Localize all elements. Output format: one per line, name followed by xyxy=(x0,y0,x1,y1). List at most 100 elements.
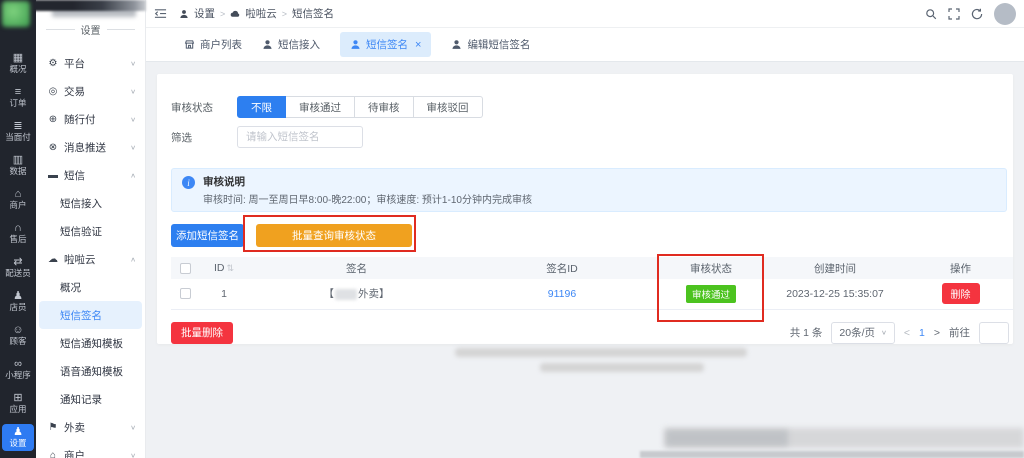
status-option-rejected[interactable]: 审核驳回 xyxy=(413,96,483,118)
cloud-icon: ☁ xyxy=(48,253,58,265)
signature-table-wrap: ID ⇅ 签名 签名ID 审核状态 创建时间 操作 1 【 外卖】 91196 … xyxy=(171,254,1013,322)
status-filter-row: 审核状态 不限 审核通过 待审核 审核驳回 xyxy=(171,96,1013,118)
avatar[interactable] xyxy=(994,2,1016,25)
rail-item-clerk[interactable]: ♟ 店员 xyxy=(2,288,34,315)
chevron-down-icon: ∨ xyxy=(130,143,136,151)
tab-sms-access[interactable]: 短信接入 xyxy=(262,37,320,52)
sidebar-item-notify-log[interactable]: 通知记录 xyxy=(36,385,145,413)
sidebar-item-sms[interactable]: ▬ 短信 ∧ xyxy=(36,161,145,189)
sidebar-item-platform[interactable]: ⚙ 平台 ∨ xyxy=(36,49,145,77)
sort-icon[interactable]: ⇅ xyxy=(226,263,234,273)
fullscreen-icon[interactable] xyxy=(948,7,960,20)
rail-item-label: 配送员 xyxy=(5,268,31,278)
batch-query-status-button[interactable]: 批量查询审核状态 xyxy=(243,215,416,252)
rail-item-mini-program[interactable]: ∞ 小程序 xyxy=(2,356,34,383)
gear-icon: ⚙ xyxy=(48,57,58,69)
rail-item-face-pay[interactable]: ≣ 当面付 xyxy=(2,118,34,145)
row-checkbox[interactable] xyxy=(179,288,191,300)
select-all-checkbox[interactable] xyxy=(179,262,191,274)
goto-page-input[interactable] xyxy=(979,321,1009,344)
column-header-id[interactable]: ID ⇅ xyxy=(199,257,249,279)
page-size-select[interactable]: 20条/页 ∨ xyxy=(831,321,895,344)
breadcrumb-separator: > xyxy=(281,8,288,19)
main-card: 审核状态 不限 审核通过 待审核 审核驳回 筛选 i 审核说明 xyxy=(157,74,1013,344)
card-footer: 批量删除 共 1 条 20条/页 ∨ < 1 > 前往 xyxy=(171,321,1013,344)
user-icon xyxy=(351,40,360,49)
keyword-filter-row: 筛选 xyxy=(171,126,1013,148)
add-signature-button[interactable]: 添加短信签名 xyxy=(171,224,244,247)
tab-edit-sms-signature[interactable]: 编辑短信签名 xyxy=(451,37,530,52)
sidebar-item-merchant[interactable]: ⌂ 商户 ∨ xyxy=(36,441,145,458)
column-header-status: 审核状态 xyxy=(660,257,762,279)
signature-search-input[interactable] xyxy=(237,126,363,148)
sidebar-item-label: 商户 xyxy=(64,449,85,458)
tab-label: 短信接入 xyxy=(278,39,320,51)
next-page-button[interactable]: > xyxy=(934,327,940,339)
sidebar-item-label: 短信通知模板 xyxy=(60,337,123,350)
rail-item-merchant[interactable]: ⌂ 商户 xyxy=(2,186,34,213)
sidebar-item-takeout[interactable]: ⚑ 外卖 ∨ xyxy=(36,413,145,441)
batch-query-label: 批量查询审核状态 xyxy=(292,230,376,242)
signature-id-link[interactable]: 91196 xyxy=(548,288,576,300)
current-page[interactable]: 1 xyxy=(919,327,925,339)
cell-id: 1 xyxy=(199,279,249,310)
close-icon[interactable]: × xyxy=(415,39,421,51)
rail-item-data[interactable]: ▥ 数据 xyxy=(2,152,34,179)
pay-icon: ⊕ xyxy=(48,113,58,125)
breadcrumb: 设置 > 啦啦云 > 短信签名 xyxy=(179,6,334,21)
status-option-approved[interactable]: 审核通过 xyxy=(286,96,355,118)
tab-bar: 商户列表 短信接入 短信签名 × 编辑短信签名 xyxy=(146,28,1024,62)
sidebar-item-sms-access[interactable]: 短信接入 xyxy=(36,189,145,217)
column-header-action: 操作 xyxy=(908,257,1013,279)
sidebar-item-message-push[interactable]: ⊗ 消息推送 ∨ xyxy=(36,133,145,161)
refresh-icon[interactable] xyxy=(971,8,983,20)
rail-nav: ▦ 概况 ≡ 订单 ≣ 当面付 ▥ 数据 ⌂ 商户 ∩ 售后 ⇄ 配送员 ♟ 店员 ☺ 顾客 ∞ 小… xyxy=(0,50,36,451)
collapse-sidebar-icon[interactable] xyxy=(154,8,167,20)
keyword-filter-label: 筛选 xyxy=(171,131,192,144)
redacted-signature-text xyxy=(335,288,357,300)
rail-item-apps[interactable]: ⊞ 应用 xyxy=(2,390,34,417)
overview-grid-icon: ▦ xyxy=(12,52,24,64)
table-row: 1 【 外卖】 91196 审核通过 2023-12-25 15:35:07 删除 xyxy=(171,279,1013,310)
rail-item-overview[interactable]: ▦ 概况 xyxy=(2,50,34,77)
courier-icon: ⇄ xyxy=(13,256,23,268)
shop-icon xyxy=(184,40,195,49)
breadcrumb-item-lala-cloud[interactable]: 啦啦云 xyxy=(245,6,277,21)
signature-prefix: 【 xyxy=(323,288,335,301)
status-option-pending[interactable]: 待审核 xyxy=(355,96,414,118)
breadcrumb-item-settings[interactable]: 设置 xyxy=(194,6,215,21)
column-label: ID xyxy=(213,262,225,274)
sidebar-item-sms-verify[interactable]: 短信验证 xyxy=(36,217,145,245)
sidebar-item-sms-template[interactable]: 短信通知模板 xyxy=(36,329,145,357)
sidebar-item-label: 语音通知模板 xyxy=(60,365,123,378)
sidebar-item-lala-cloud[interactable]: ☁ 啦啦云 ∧ xyxy=(36,245,145,273)
rail-item-orders[interactable]: ≡ 订单 xyxy=(2,84,34,111)
sidebar-item-voice-template[interactable]: 语音通知模板 xyxy=(36,357,145,385)
pagination: 共 1 条 20条/页 ∨ < 1 > 前往 xyxy=(790,321,1009,344)
tab-merchant-list[interactable]: 商户列表 xyxy=(184,37,242,52)
delete-button[interactable]: 删除 xyxy=(941,283,980,305)
search-icon[interactable] xyxy=(925,8,937,20)
rail-item-settings[interactable]: ♟ 设置 xyxy=(2,424,34,451)
secondary-sidebar: 设置 ⚙ 平台 ∨ ◎ 交易 ∨ ⊕ 随行付 ∨ ⊗ 消息推送 ∨ ▬ 短信 ∧ 短信接入 短信验证… xyxy=(36,0,146,458)
topbar-actions xyxy=(925,2,1016,25)
rail-item-label: 设置 xyxy=(9,438,27,448)
prev-page-button[interactable]: < xyxy=(904,327,910,339)
rail-item-courier[interactable]: ⇄ 配送员 xyxy=(2,254,34,281)
takeout-icon: ⚑ xyxy=(48,421,58,433)
sidebar-item-cloud-overview[interactable]: 概况 xyxy=(36,273,145,301)
status-option-all[interactable]: 不限 xyxy=(237,96,286,118)
sidebar-item-suixingpay[interactable]: ⊕ 随行付 ∨ xyxy=(36,105,145,133)
rail-item-label: 商户 xyxy=(9,200,27,210)
batch-delete-button[interactable]: 批量删除 xyxy=(171,321,233,344)
rail-item-label: 售后 xyxy=(9,234,27,244)
notice-title: 审核说明 xyxy=(203,176,245,188)
sidebar-item-transactions[interactable]: ◎ 交易 ∨ xyxy=(36,77,145,105)
rail-item-customer[interactable]: ☺ 顾客 xyxy=(2,322,34,349)
rail-item-after-sales[interactable]: ∩ 售后 xyxy=(2,220,34,247)
cloud-icon xyxy=(230,9,240,19)
cell-action: 删除 xyxy=(908,279,1013,310)
sidebar-nav: ⚙ 平台 ∨ ◎ 交易 ∨ ⊕ 随行付 ∨ ⊗ 消息推送 ∨ ▬ 短信 ∧ 短信接入 短信验证 ☁ 啦… xyxy=(36,49,145,458)
tab-sms-signature[interactable]: 短信签名 × xyxy=(340,32,432,57)
sidebar-item-sms-signature[interactable]: 短信签名 xyxy=(39,301,142,329)
